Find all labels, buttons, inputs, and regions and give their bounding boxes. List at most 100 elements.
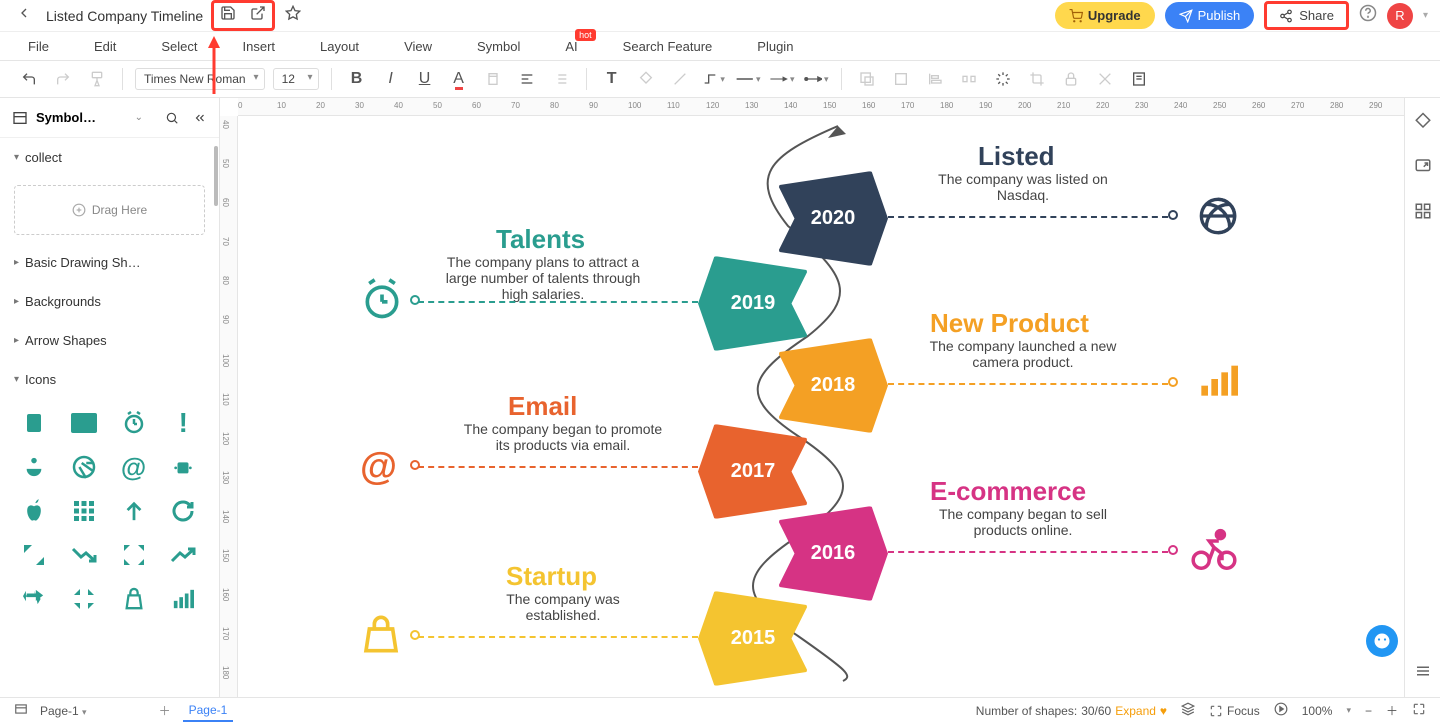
desc-talents[interactable]: The company plans to attract a large num…	[438, 254, 648, 302]
node-2016[interactable]: 2016	[778, 506, 888, 601]
menu-select[interactable]: Select	[161, 39, 197, 54]
fullscreen-button[interactable]	[1412, 702, 1426, 719]
zoom-level[interactable]: 100%	[1302, 704, 1333, 718]
line-style-button[interactable]: ▾	[769, 66, 795, 92]
clock-icon[interactable]	[120, 409, 148, 437]
bold-button[interactable]: B	[344, 66, 370, 92]
title-talents[interactable]: Talents	[496, 224, 585, 255]
arrow-style-button[interactable]: ▾	[803, 66, 829, 92]
section-arrow-shapes[interactable]: ▸Arrow Shapes	[0, 321, 219, 360]
italic-button[interactable]: I	[378, 66, 404, 92]
expand-link[interactable]: Expand	[1115, 704, 1156, 718]
node-2019[interactable]: 2019	[698, 256, 808, 351]
user-avatar[interactable]: R	[1387, 3, 1413, 29]
export-icon[interactable]	[250, 5, 266, 26]
expand-arrows-icon[interactable]	[20, 541, 48, 569]
fill-button[interactable]	[633, 66, 659, 92]
font-size-select[interactable]: 12	[273, 68, 319, 90]
highlight-button[interactable]	[480, 66, 506, 92]
trend-down-icon[interactable]	[70, 541, 98, 569]
page-tab-1[interactable]: Page-1	[183, 700, 234, 722]
help-icon[interactable]	[1359, 4, 1377, 27]
drag-drop-zone[interactable]: Drag Here	[14, 185, 205, 235]
desc-startup[interactable]: The company was established.	[488, 591, 638, 623]
apps-panel-icon[interactable]	[1414, 202, 1432, 225]
collapse-sidebar-icon[interactable]	[193, 111, 207, 125]
apple-icon[interactable]	[20, 497, 48, 525]
menu-ai[interactable]: AI hot	[565, 39, 577, 54]
text-tool-button[interactable]: T	[599, 66, 625, 92]
address-book-icon[interactable]	[20, 409, 48, 437]
upgrade-button[interactable]: Upgrade	[1055, 2, 1155, 29]
chat-assistant-icon[interactable]	[1366, 625, 1398, 657]
shopping-bag-icon[interactable]	[120, 585, 148, 613]
line-color-button[interactable]	[667, 66, 693, 92]
align-button[interactable]	[514, 66, 540, 92]
arrow-up-icon[interactable]	[120, 497, 148, 525]
redo-button[interactable]	[50, 66, 76, 92]
desc-ecommerce[interactable]: The company began to sell products onlin…	[918, 506, 1128, 538]
layers-icon[interactable]	[1181, 702, 1195, 719]
avatar-chevron-icon[interactable]: ▾	[1423, 10, 1428, 21]
at-sign-icon[interactable]: @	[120, 453, 148, 481]
title-new-product[interactable]: New Product	[930, 308, 1089, 339]
title-ecommerce[interactable]: E-commerce	[930, 476, 1086, 507]
compress-icon[interactable]	[70, 585, 98, 613]
page-setup-button[interactable]	[1126, 66, 1152, 92]
menu-edit[interactable]: Edit	[94, 39, 116, 54]
node-2015[interactable]: 2015	[698, 591, 808, 686]
node-2017[interactable]: 2017	[698, 424, 808, 519]
menu-panel-icon[interactable]	[1414, 662, 1432, 685]
menu-plugin[interactable]: Plugin	[757, 39, 793, 54]
search-icon[interactable]	[165, 111, 179, 125]
node-2020[interactable]: 2020	[778, 171, 888, 266]
group-button[interactable]	[854, 66, 880, 92]
save-icon[interactable]	[220, 5, 236, 26]
menu-insert[interactable]: Insert	[243, 39, 276, 54]
fill-panel-icon[interactable]	[1414, 112, 1432, 135]
section-icons[interactable]: ▾Icons	[0, 360, 219, 399]
presentation-button[interactable]	[1274, 702, 1288, 719]
redo-arrow-icon[interactable]	[20, 585, 48, 613]
publish-button[interactable]: Publish	[1165, 2, 1255, 29]
section-backgrounds[interactable]: ▸Backgrounds	[0, 282, 219, 321]
grid-icon[interactable]	[70, 497, 98, 525]
menu-view[interactable]: View	[404, 39, 432, 54]
lock-button[interactable]	[1058, 66, 1084, 92]
desc-new-product[interactable]: The company launched a new camera produc…	[918, 338, 1128, 370]
rotate-icon[interactable]	[169, 497, 197, 525]
list-button[interactable]	[548, 66, 574, 92]
crop-button[interactable]	[1024, 66, 1050, 92]
title-email[interactable]: Email	[508, 391, 577, 422]
sidebar-scrollbar[interactable]	[214, 146, 218, 206]
zoom-out-button[interactable]: −	[1365, 704, 1372, 718]
font-family-select[interactable]: Times New Roman	[135, 68, 265, 90]
fullscreen-icon[interactable]	[120, 541, 148, 569]
share-button-highlight[interactable]: Share	[1264, 1, 1349, 30]
exclamation-icon[interactable]: !	[169, 409, 197, 437]
section-collect[interactable]: ▾collect	[0, 138, 219, 177]
title-listed[interactable]: Listed	[978, 141, 1055, 172]
outline-icon[interactable]	[14, 702, 28, 719]
menu-layout[interactable]: Layout	[320, 39, 359, 54]
bar-chart-icon[interactable]	[169, 585, 197, 613]
underline-button[interactable]: U	[412, 66, 438, 92]
undo-button[interactable]	[16, 66, 42, 92]
back-button[interactable]	[12, 1, 36, 30]
id-card-icon[interactable]	[70, 409, 98, 437]
connector-style-button[interactable]: ▾	[701, 66, 727, 92]
section-basic-shapes[interactable]: ▸Basic Drawing Sh…	[0, 243, 219, 282]
menu-search[interactable]: Search Feature	[623, 39, 713, 54]
format-painter-button[interactable]	[84, 66, 110, 92]
node-2018[interactable]: 2018	[778, 338, 888, 433]
settings-tool-button[interactable]	[1092, 66, 1118, 92]
zoom-in-button[interactable]: ＋	[1386, 702, 1398, 719]
menu-file[interactable]: File	[28, 39, 49, 54]
trend-up-icon[interactable]	[169, 541, 197, 569]
sidebar-dropdown-icon[interactable]: ⌄	[135, 112, 143, 123]
align-left-button[interactable]	[922, 66, 948, 92]
android-icon[interactable]	[169, 453, 197, 481]
page-selector[interactable]: Page-1 ▾	[40, 704, 87, 718]
menu-symbol[interactable]: Symbol	[477, 39, 520, 54]
title-startup[interactable]: Startup	[506, 561, 597, 592]
